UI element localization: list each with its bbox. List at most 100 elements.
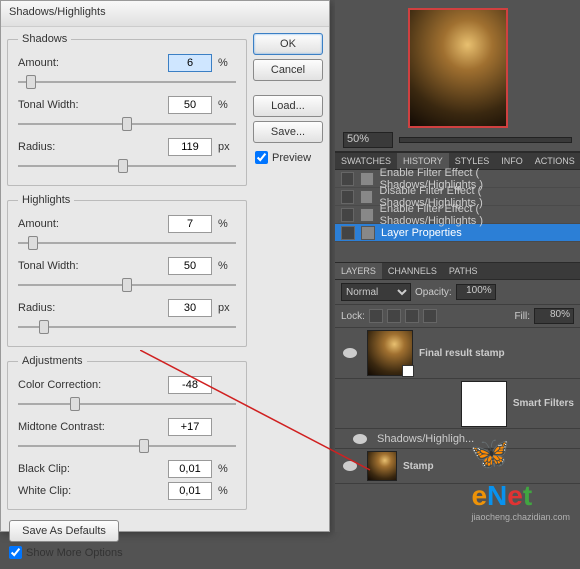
document-preview-image[interactable]	[408, 8, 508, 128]
history-item[interactable]: Layer Properties	[335, 224, 580, 242]
color-correction-label: Color Correction:	[18, 379, 162, 391]
midtone-contrast-label: Midtone Contrast:	[18, 421, 162, 433]
dialog-titlebar[interactable]: Shadows/Highlights	[1, 1, 329, 27]
ok-button[interactable]: OK	[253, 33, 323, 55]
highlights-radius-input[interactable]	[168, 299, 212, 317]
layers-panel: Normal Opacity: 100% Lock: Fill: 80% Fin…	[335, 280, 580, 484]
color-correction-input[interactable]	[168, 376, 212, 394]
shadows-radius-input[interactable]	[168, 138, 212, 156]
shadows-radius-slider[interactable]	[18, 159, 236, 173]
layer-name[interactable]: Stamp	[403, 461, 576, 472]
highlights-group: Highlights Amount:% Tonal Width:% Radius…	[7, 194, 247, 347]
dialog-title: Shadows/Highlights	[9, 6, 106, 18]
shadows-amount-label: Amount:	[18, 57, 162, 69]
highlights-tonal-slider[interactable]	[18, 278, 236, 292]
history-state-icon[interactable]	[341, 190, 354, 204]
highlights-radius-slider[interactable]	[18, 320, 236, 334]
load-button[interactable]: Load...	[253, 95, 323, 117]
white-clip-input[interactable]	[168, 482, 212, 500]
lock-transparency-icon[interactable]	[369, 309, 383, 323]
unit-label: px	[218, 141, 236, 153]
highlights-tonal-label: Tonal Width:	[18, 260, 162, 272]
midtone-contrast-input[interactable]	[168, 418, 212, 436]
history-step-icon	[360, 190, 373, 204]
lock-position-icon[interactable]	[405, 309, 419, 323]
tab-layers[interactable]: LAYERS	[335, 263, 382, 279]
highlights-legend: Highlights	[18, 194, 74, 206]
preview-checkbox[interactable]	[255, 151, 268, 164]
fill-field[interactable]: 80%	[534, 308, 574, 324]
lock-all-icon[interactable]	[423, 309, 437, 323]
cancel-button[interactable]: Cancel	[253, 59, 323, 81]
unit-label: %	[218, 463, 236, 475]
adjustments-legend: Adjustments	[18, 355, 87, 367]
lock-pixels-icon[interactable]	[387, 309, 401, 323]
shadows-group: Shadows Amount:% Tonal Width:% Radius: px	[7, 33, 247, 186]
midtone-contrast-slider[interactable]	[18, 439, 236, 453]
history-item-label: Layer Properties	[381, 227, 462, 239]
history-step-icon	[360, 172, 373, 186]
adjustments-group: Adjustments Color Correction: Midtone Co…	[7, 355, 247, 510]
unit-label: %	[218, 218, 236, 230]
layer-name[interactable]: Final result stamp	[419, 348, 576, 359]
unit-label: %	[218, 99, 236, 111]
history-state-icon[interactable]	[341, 226, 355, 240]
zoom-field[interactable]: 50%	[343, 132, 393, 148]
shadows-tonal-slider[interactable]	[18, 117, 236, 131]
tab-channels[interactable]: CHANNELS	[382, 263, 443, 279]
shadows-legend: Shadows	[18, 33, 71, 45]
shadows-radius-label: Radius:	[18, 141, 162, 153]
color-correction-slider[interactable]	[18, 397, 236, 411]
history-item-label: Enable Filter Effect ( Shadows/Highlight…	[380, 203, 574, 227]
unit-label: px	[218, 302, 236, 314]
history-item[interactable]: Enable Filter Effect ( Shadows/Highlight…	[335, 206, 580, 224]
shadows-tonal-input[interactable]	[168, 96, 212, 114]
show-more-options-checkbox[interactable]	[9, 546, 22, 559]
show-more-options-label: Show More Options	[26, 547, 123, 559]
unit-label: %	[218, 57, 236, 69]
smart-filters-label: Smart Filters	[513, 398, 574, 409]
shadows-tonal-label: Tonal Width:	[18, 99, 162, 111]
blend-mode-select[interactable]: Normal	[341, 283, 411, 301]
shadows-amount-input[interactable]	[168, 54, 212, 72]
unit-label: %	[218, 260, 236, 272]
smart-filter-mask-thumbnail[interactable]	[461, 381, 507, 427]
layer-row[interactable]: Final result stamp	[335, 328, 580, 379]
layer-thumbnail[interactable]	[367, 330, 413, 376]
document-preview-area: 50%	[335, 0, 580, 152]
white-clip-label: White Clip:	[18, 485, 162, 497]
save-as-defaults-button[interactable]: Save As Defaults	[9, 520, 119, 542]
history-list: Enable Filter Effect ( Shadows/Highlight…	[335, 170, 580, 262]
unit-label: %	[218, 485, 236, 497]
history-state-icon[interactable]	[341, 208, 354, 222]
lower-tabset: LAYERS CHANNELS PATHS	[335, 262, 580, 280]
save-button[interactable]: Save...	[253, 121, 323, 143]
history-step-icon	[361, 226, 375, 240]
filter-name: Shadows/Highligh...	[377, 433, 474, 445]
layer-row[interactable]: Stamp	[335, 449, 580, 484]
smart-filters-row[interactable]: Smart Filters	[335, 379, 580, 429]
smart-filter-item[interactable]: Shadows/Highligh...	[335, 429, 580, 449]
visibility-eye-icon[interactable]	[343, 348, 357, 358]
highlights-tonal-input[interactable]	[168, 257, 212, 275]
lock-label: Lock:	[341, 311, 365, 322]
black-clip-input[interactable]	[168, 460, 212, 478]
black-clip-label: Black Clip:	[18, 463, 162, 475]
preview-label: Preview	[272, 152, 311, 164]
highlights-radius-label: Radius:	[18, 302, 162, 314]
layer-thumbnail[interactable]	[367, 451, 397, 481]
history-state-icon[interactable]	[341, 172, 354, 186]
shadows-highlights-dialog: Shadows/Highlights Shadows Amount:% Tona…	[0, 0, 330, 532]
highlights-amount-label: Amount:	[18, 218, 162, 230]
smart-object-icon	[402, 365, 414, 377]
fill-label: Fill:	[514, 311, 530, 322]
highlights-amount-input[interactable]	[168, 215, 212, 233]
zoom-slider[interactable]	[399, 137, 572, 143]
tab-paths[interactable]: PATHS	[443, 263, 484, 279]
visibility-eye-icon[interactable]	[343, 461, 357, 471]
highlights-amount-slider[interactable]	[18, 236, 236, 250]
opacity-label: Opacity:	[415, 287, 452, 298]
opacity-field[interactable]: 100%	[456, 284, 496, 300]
shadows-amount-slider[interactable]	[18, 75, 236, 89]
visibility-eye-icon[interactable]	[353, 434, 367, 444]
